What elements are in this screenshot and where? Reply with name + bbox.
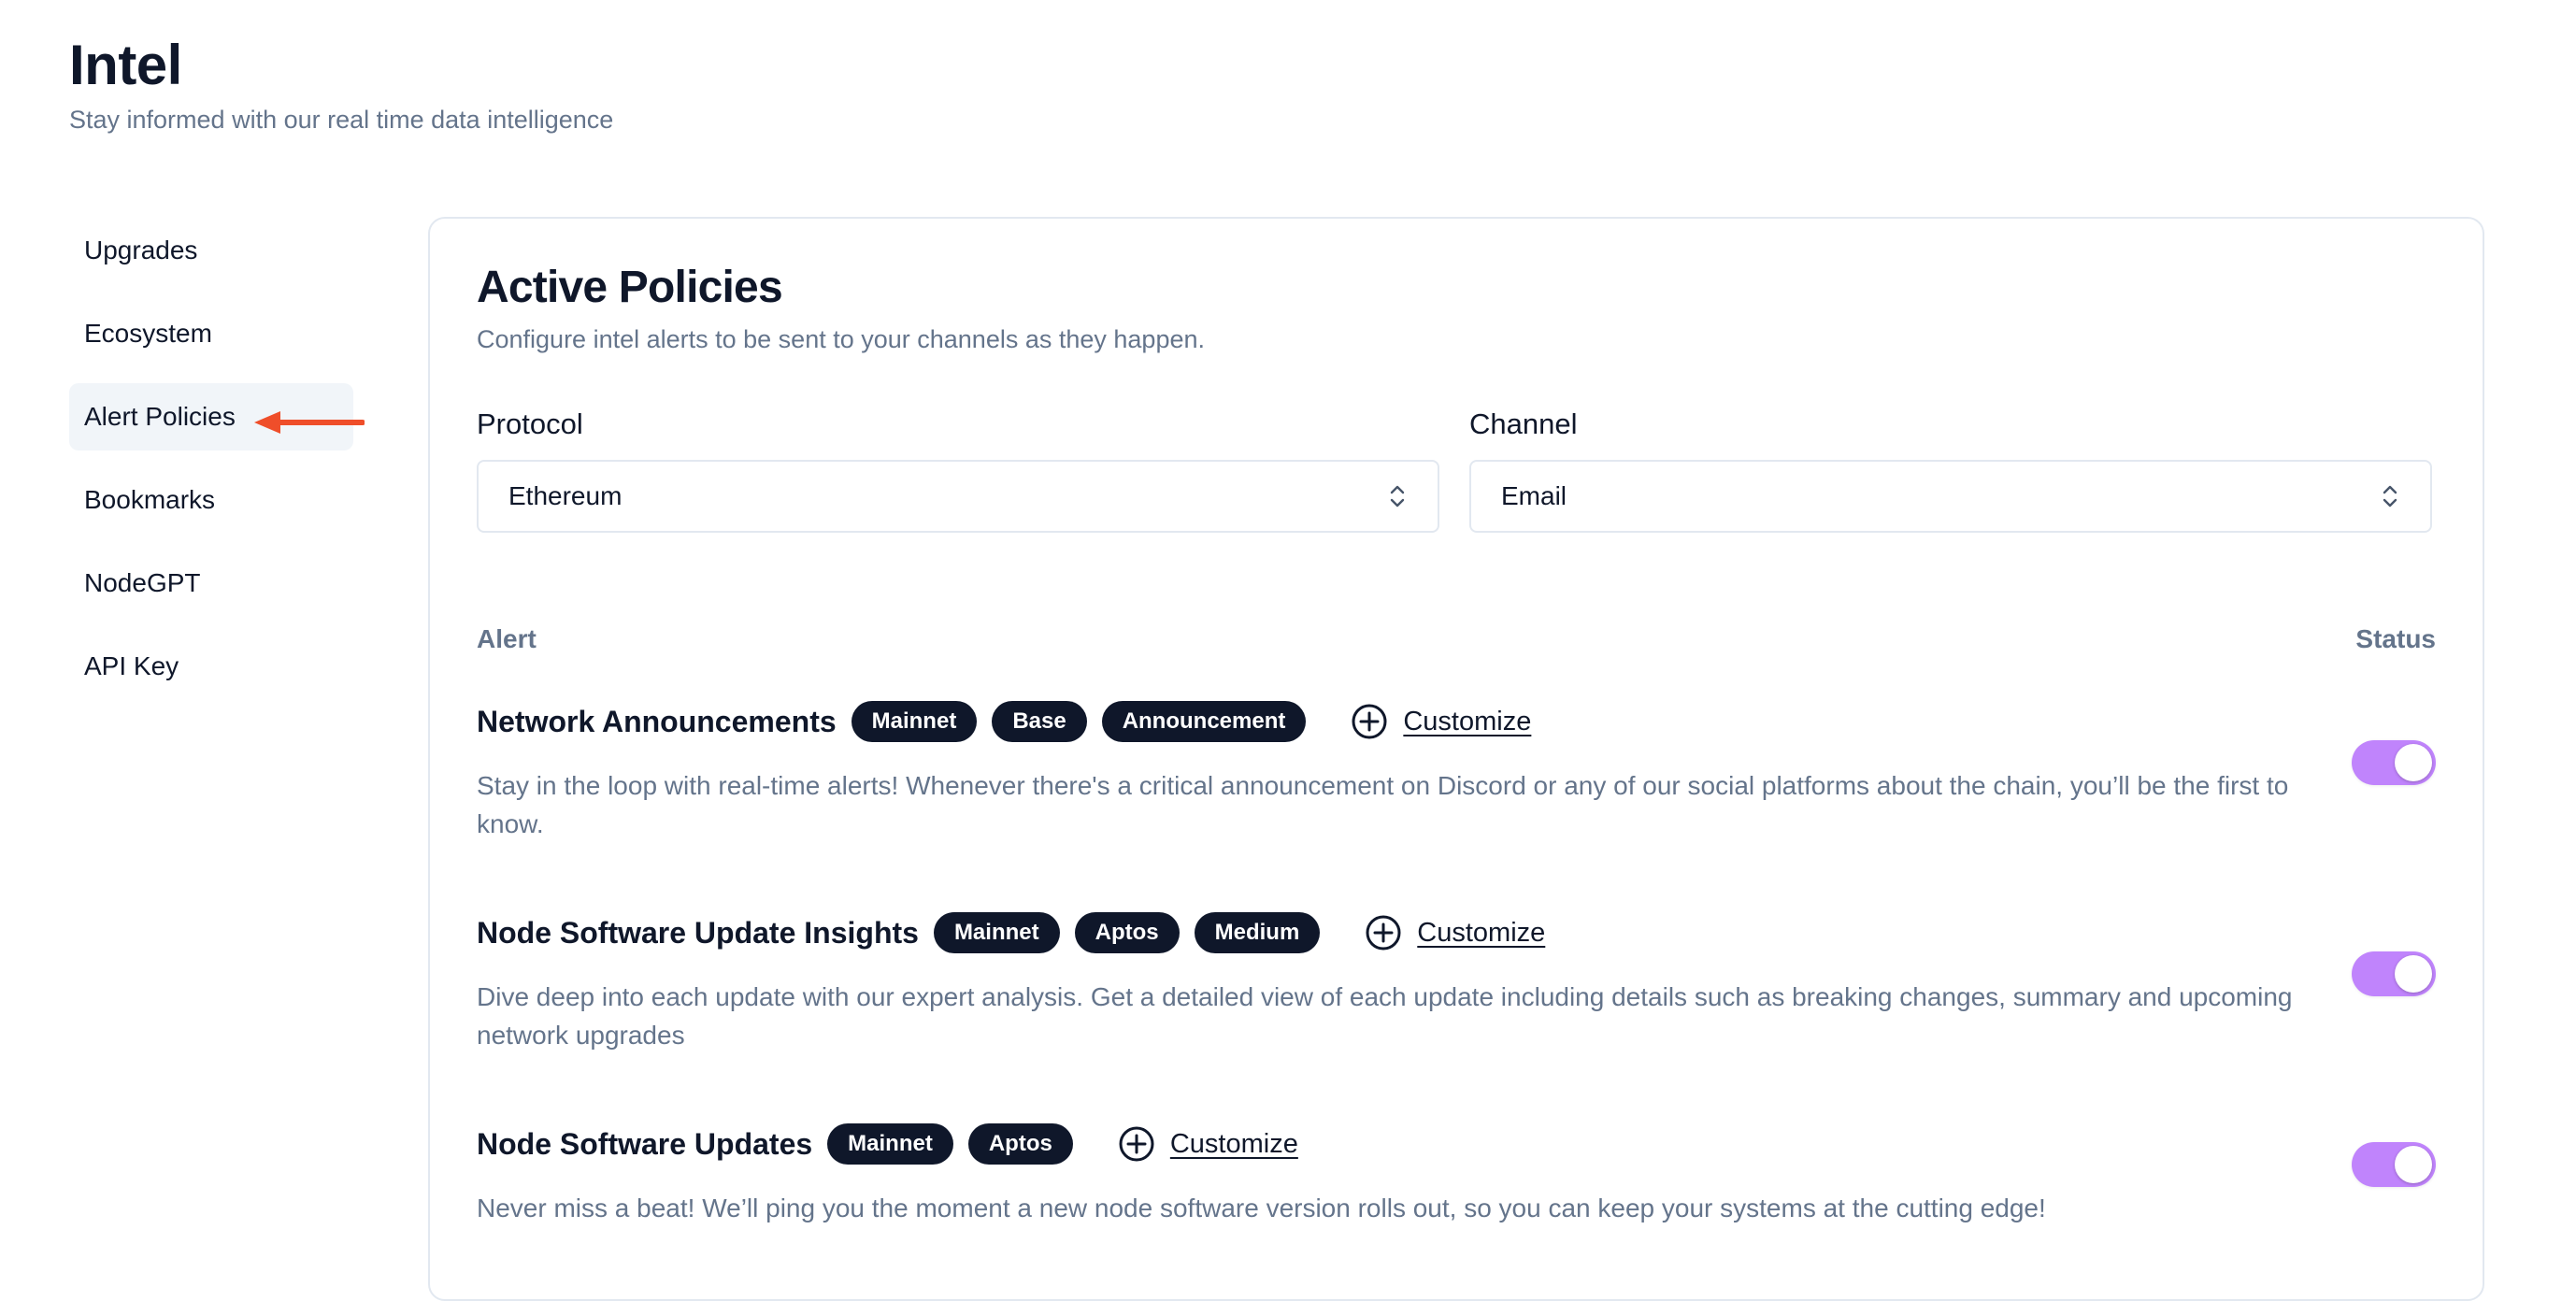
channel-label: Channel — [1469, 407, 1578, 440]
page-title: Intel — [69, 34, 182, 96]
channel-field: Channel Email — [1469, 406, 2432, 533]
card-title: Active Policies — [477, 263, 783, 312]
tag-badge: Base — [992, 701, 1087, 742]
toggle-knob — [2395, 955, 2432, 993]
channel-select[interactable]: Email — [1469, 460, 2432, 533]
customize-label: Customize — [1417, 917, 1546, 948]
arrow-left-icon — [254, 411, 365, 434]
sidebar-item-label: Bookmarks — [84, 485, 216, 514]
plus-circle-icon — [1119, 1126, 1154, 1162]
status-toggle[interactable] — [2352, 740, 2436, 785]
protocol-select-value: Ethereum — [508, 481, 623, 510]
status-column-header: Status — [2355, 624, 2436, 653]
sidebar-item-bookmarks[interactable]: Bookmarks — [69, 466, 353, 534]
sidebar-item-label: NodeGPT — [84, 568, 201, 597]
sidebar-nav: Upgrades Ecosystem Alert Policies Bookma… — [69, 217, 353, 716]
tag-badge: Aptos — [1074, 912, 1180, 953]
chevron-up-down-icon — [1390, 485, 1405, 508]
protocol-label: Protocol — [477, 407, 583, 440]
channel-select-value: Email — [1501, 481, 1567, 510]
tag-badge: Announcement — [1101, 701, 1307, 742]
toggle-knob — [2395, 1146, 2432, 1183]
sidebar-item-label: Alert Policies — [84, 402, 236, 431]
sidebar-item-label: Upgrades — [84, 236, 198, 264]
protocol-field: Protocol Ethereum — [477, 406, 1439, 533]
page-header: Intel Stay informed with our real time d… — [69, 32, 613, 136]
card-subtitle: Configure intel alerts to be sent to you… — [477, 325, 1205, 353]
alert-row-node-software-updates: Node Software Updates Mainnet Aptos Cust… — [477, 1122, 2436, 1227]
alert-description: Never miss a beat! We’ll ping you the mo… — [477, 1194, 2046, 1222]
alert-title: Network Announcements — [477, 704, 837, 738]
customize-label: Customize — [1403, 706, 1532, 736]
customize-button[interactable]: Customize — [1118, 1125, 1298, 1163]
sidebar-item-label: Ecosystem — [84, 319, 212, 348]
alert-title: Node Software Update Insights — [477, 915, 919, 950]
sidebar-item-label: API Key — [84, 651, 179, 680]
sidebar-item-api-key[interactable]: API Key — [69, 633, 353, 700]
alerts-table-header: Alert Status — [477, 621, 2436, 658]
customize-label: Customize — [1169, 1128, 1298, 1159]
alert-description: Dive deep into each update with our expe… — [477, 982, 2293, 1050]
toggle-knob — [2395, 744, 2432, 781]
page-subtitle: Stay informed with our real time data in… — [69, 106, 614, 134]
customize-button[interactable]: Customize — [1365, 914, 1545, 951]
alert-row-network-announcements: Network Announcements Mainnet Base Annou… — [477, 699, 2436, 843]
alert-title: Node Software Updates — [477, 1126, 813, 1161]
alert-description: Stay in the loop with real-time alerts! … — [477, 771, 2289, 838]
alert-column-header: Alert — [477, 624, 537, 653]
status-toggle[interactable] — [2352, 951, 2436, 996]
status-toggle[interactable] — [2352, 1142, 2436, 1187]
protocol-select[interactable]: Ethereum — [477, 460, 1439, 533]
alert-row-node-software-update-insights: Node Software Update Insights Mainnet Ap… — [477, 910, 2436, 1054]
customize-button[interactable]: Customize — [1351, 703, 1531, 740]
tag-badge: Mainnet — [827, 1123, 953, 1165]
plus-circle-icon — [1352, 704, 1387, 739]
chevron-up-down-icon — [2383, 485, 2397, 508]
tag-badge: Mainnet — [933, 912, 1060, 953]
tag-badge: Aptos — [967, 1123, 1073, 1165]
tag-badge: Mainnet — [851, 701, 978, 742]
plus-circle-icon — [1366, 915, 1401, 951]
tag-badge: Medium — [1194, 912, 1321, 953]
sidebar-item-ecosystem[interactable]: Ecosystem — [69, 300, 353, 367]
active-policies-card: Active Policies Configure intel alerts t… — [428, 217, 2484, 1301]
sidebar-item-upgrades[interactable]: Upgrades — [69, 217, 353, 284]
sidebar-item-nodegpt[interactable]: NodeGPT — [69, 550, 353, 617]
